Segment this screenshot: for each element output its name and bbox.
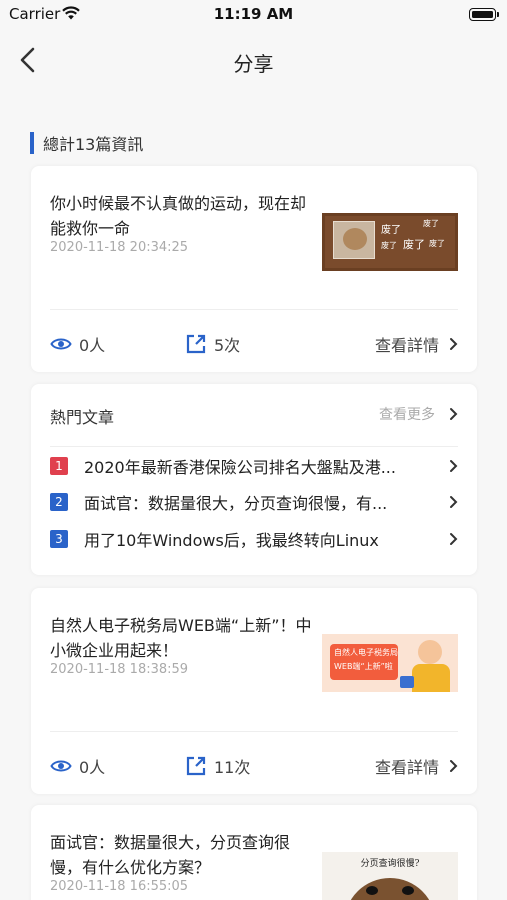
chevron-right-icon — [450, 338, 458, 350]
share-icon — [186, 756, 206, 776]
section-count-label: 總計13篇資訊 — [43, 135, 144, 154]
article-thumbnail: 分页查询很慢? — [322, 852, 458, 900]
thumbnail-text: 废了 — [429, 239, 445, 248]
article-title: 你小时候最不认真做的运动，现在却能救你一命 — [50, 194, 307, 238]
rank-badge: 2 — [50, 493, 68, 511]
view-details-button[interactable]: 查看詳情 — [375, 754, 458, 778]
shares-count: 5次 — [214, 336, 241, 355]
article-thumbnail: 废了 废了 废了 废了 废了 — [322, 213, 458, 271]
article-stats: 0人 5次 查看詳情 — [50, 332, 458, 356]
view-details-label: 查看詳情 — [374, 758, 439, 777]
section-header: 總計13篇資訊 — [30, 131, 143, 155]
rank-badge: 1 — [50, 457, 68, 475]
eye-icon — [50, 338, 72, 350]
thumbnail-figure-device — [400, 676, 414, 688]
thumbnail-text: 废了 — [403, 238, 425, 251]
article-title: 自然人电子税务局WEB端“上新”！中小微企业用起来！ — [50, 616, 312, 660]
chevron-right-icon — [450, 533, 458, 545]
hot-article-title: 面试官：数据量很大，分页查询很慢，有... — [84, 494, 388, 513]
hot-article-item[interactable]: 1 2020年最新香港保險公司排名大盤點及港... — [50, 455, 458, 477]
views-stat: 0人 — [50, 754, 105, 778]
status-time: 11:19 AM — [213, 5, 294, 23]
article-date: 2020-11-18 20:34:25 — [50, 240, 189, 255]
hot-articles-title: 熱門文章 — [50, 408, 115, 427]
article-date: 2020-11-18 16:55:05 — [50, 879, 189, 894]
view-details-label: 查看詳情 — [374, 336, 439, 355]
article-card[interactable]: 面试官：数据量很大，分页查询很慢，有什么优化方案？ 2020-11-18 16:… — [31, 805, 477, 900]
thumbnail-text: 废了 — [423, 219, 439, 228]
card-divider — [50, 309, 458, 310]
page-title: 分享 — [233, 52, 274, 76]
shares-stat: 5次 — [185, 332, 240, 356]
hot-article-title: 用了10年Windows后，我最终转向Linux — [84, 531, 379, 550]
article-card[interactable]: 自然人电子税务局WEB端“上新”！中小微企业用起来！ 2020-11-18 18… — [31, 588, 477, 794]
thumbnail-text: WEB端“上新”啦 — [334, 662, 393, 671]
share-icon — [186, 334, 206, 354]
shares-stat: 11次 — [185, 754, 250, 778]
thumbnail-figure-body — [412, 664, 450, 692]
article-thumbnail: 自然人电子税务局 WEB端“上新”啦 — [322, 634, 458, 692]
thumbnail-text: 废了 — [381, 241, 397, 250]
hot-article-title: 2020年最新香港保險公司排名大盤點及港... — [84, 458, 396, 477]
thumbnail-dog — [344, 878, 436, 900]
hot-article-item[interactable]: 2 面试官：数据量很大，分页查询很慢，有... — [50, 491, 458, 513]
shares-count: 11次 — [214, 758, 251, 777]
chevron-right-icon — [450, 496, 458, 508]
card-divider — [50, 446, 458, 447]
card-divider — [50, 731, 458, 732]
views-count: 0人 — [79, 336, 106, 355]
view-more-label: 查看更多 — [379, 407, 435, 423]
eye-icon — [50, 760, 72, 772]
section-accent-bar — [30, 132, 34, 154]
article-title: 面试官：数据量很大，分页查询很慢，有什么优化方案？ — [50, 833, 291, 877]
views-count: 0人 — [79, 758, 106, 777]
view-details-button[interactable]: 查看詳情 — [375, 332, 458, 356]
rank-badge: 3 — [50, 530, 68, 548]
hot-article-item[interactable]: 3 用了10年Windows后，我最终转向Linux — [50, 528, 458, 550]
thumbnail-text: 废了 — [381, 225, 401, 236]
navigation-bar: 分享 — [0, 30, 507, 90]
thumbnail-figure-head — [418, 640, 442, 664]
chevron-right-icon — [450, 460, 458, 472]
chevron-right-icon — [450, 760, 458, 772]
article-date: 2020-11-18 18:38:59 — [50, 662, 189, 677]
battery-icon — [469, 8, 499, 21]
views-stat: 0人 — [50, 332, 105, 356]
view-more-button[interactable]: 查看更多 — [379, 404, 458, 424]
hot-articles-card: 熱門文章 查看更多 1 2020年最新香港保險公司排名大盤點及港... 2 面试… — [31, 384, 477, 575]
thumbnail-photo — [333, 221, 375, 259]
chevron-right-icon — [450, 408, 458, 420]
article-stats: 0人 11次 查看詳情 — [50, 754, 458, 778]
thumbnail-text: 自然人电子税务局 — [334, 648, 398, 657]
thumbnail-text: 分页查询很慢? — [360, 859, 420, 869]
hot-articles-header: 熱門文章 查看更多 — [50, 404, 458, 427]
article-card[interactable]: 你小时候最不认真做的运动，现在却能救你一命 2020-11-18 20:34:2… — [31, 166, 477, 372]
status-bar: Carrier 11:19 AM — [0, 0, 507, 30]
